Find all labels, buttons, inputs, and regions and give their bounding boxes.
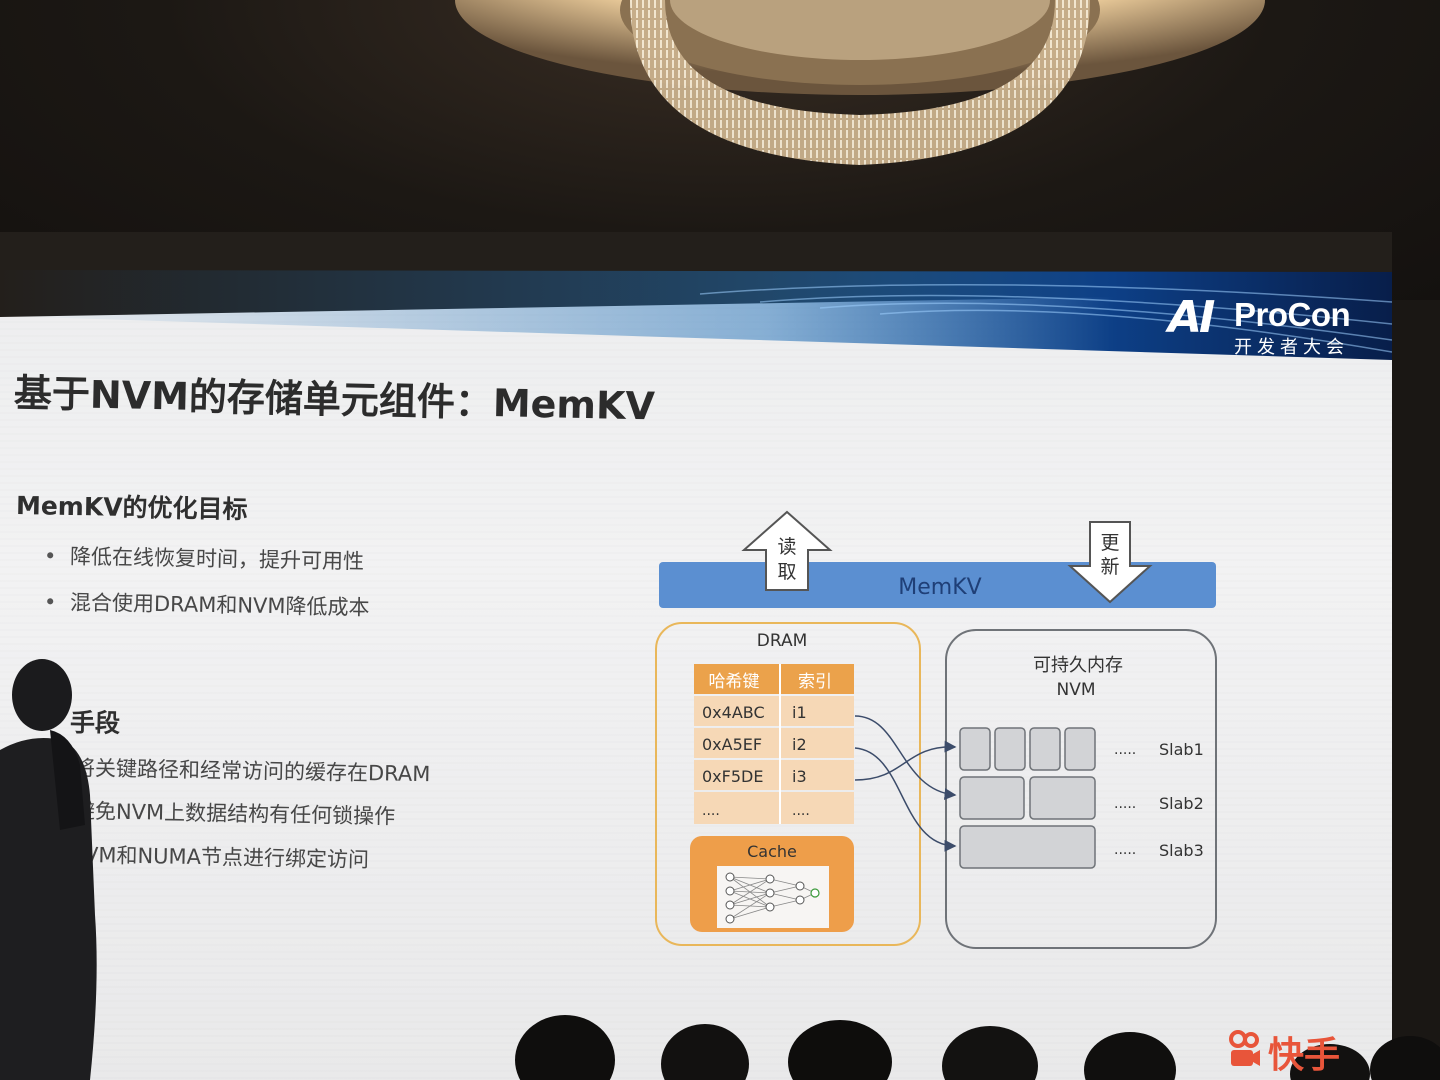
svg-text:.....: ..... xyxy=(1114,842,1136,858)
nvm-label-line2: NVM xyxy=(1056,680,1095,700)
table-row: 0xF5DE xyxy=(702,767,763,786)
table-row: 0x4ABC xyxy=(702,703,765,722)
table-row: .... xyxy=(792,803,810,819)
index-pointer-arrows xyxy=(854,715,957,852)
hash-key-header: 哈希键 xyxy=(709,672,760,692)
memkv-bar-label: MemKV xyxy=(898,575,981,600)
svg-text:更: 更 xyxy=(1100,532,1119,554)
kuaishou-logo-icon xyxy=(1229,1030,1260,1066)
slab2-label: Slab2 xyxy=(1159,794,1204,813)
table-row: .... xyxy=(702,803,720,819)
slab1-label: Slab1 xyxy=(1159,740,1204,759)
svg-text:读: 读 xyxy=(777,536,796,558)
table-row: i3 xyxy=(792,767,807,786)
dram-label: DRAM xyxy=(757,631,808,651)
svg-text:新: 新 xyxy=(1100,556,1119,578)
table-row: i2 xyxy=(792,735,807,754)
index-header: 索引 xyxy=(798,672,832,692)
table-row: i1 xyxy=(792,703,807,722)
svg-text:.....: ..... xyxy=(1114,796,1136,812)
slab1-blocks xyxy=(959,727,1096,771)
slab3-block xyxy=(959,825,1096,869)
memkv-architecture-diagram: MemKV 读 取 更 新 DRAM 哈希键 索引 0x4ABC i1 0xA5… xyxy=(655,510,1217,949)
cache-label: Cache xyxy=(747,842,797,861)
kuaishou-brand-text: 快手 xyxy=(1268,1035,1341,1076)
slab3-label: Slab3 xyxy=(1159,841,1204,860)
nvm-label-line1: 可持久内存 xyxy=(1033,655,1123,676)
table-row: 0xA5EF xyxy=(702,735,762,754)
slab2-blocks xyxy=(959,776,1096,820)
audience-heads xyxy=(515,1015,1440,1080)
svg-text:取: 取 xyxy=(777,561,796,583)
svg-text:.....: ..... xyxy=(1114,742,1136,758)
